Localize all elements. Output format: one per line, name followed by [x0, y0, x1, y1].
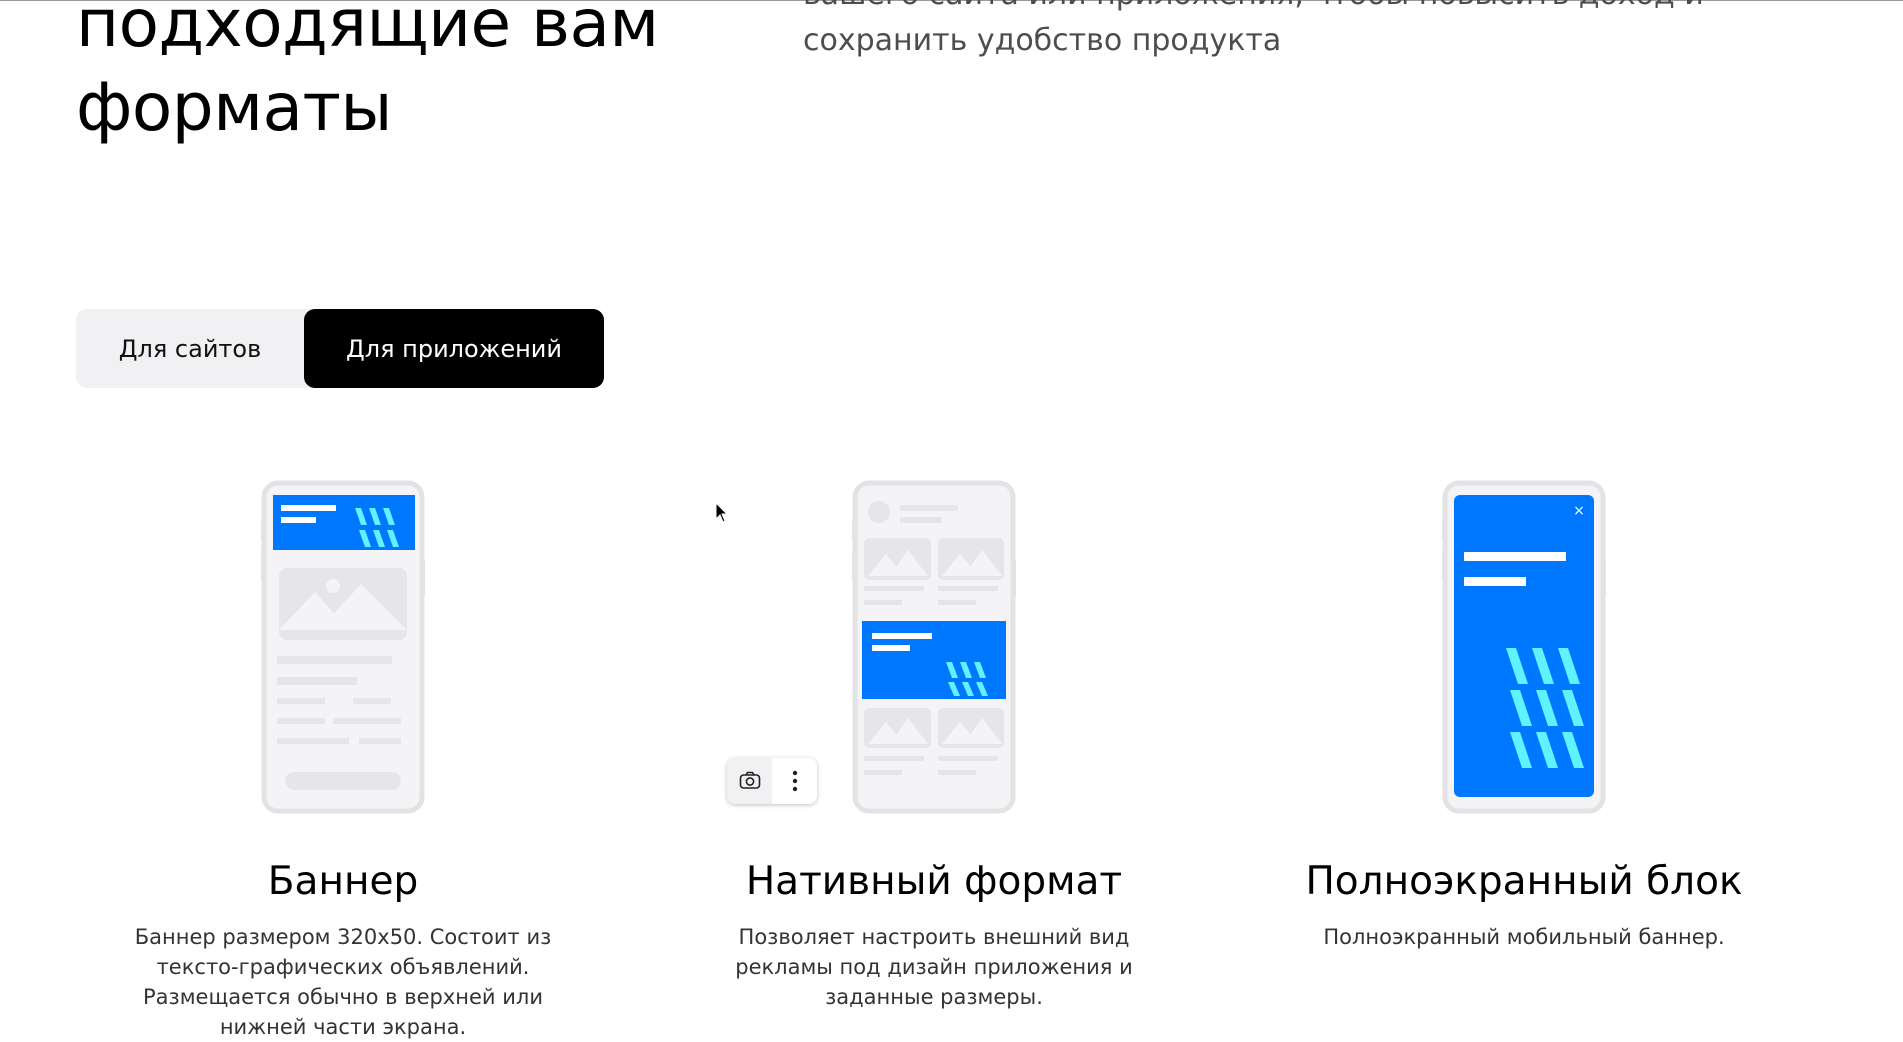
- format-description-native: Позволяет настроить внешний вид рекламы …: [735, 925, 1133, 1009]
- page-subtitle-line-1: вашего сайта или приложения, чтобы повыс…: [803, 0, 1803, 18]
- format-card-banner: Баннер Баннер размером 320x50. Состоит и…: [63, 480, 623, 1042]
- page-title-line-1: подходящие вам: [76, 0, 659, 62]
- format-description-fullscreen: Полноэкранный мобильный баннер.: [1323, 925, 1725, 949]
- page-subtitle-line-2: сохранить удобство продукта: [803, 23, 1282, 58]
- phone-native-icon: [851, 480, 1019, 814]
- format-card-fullscreen: × Полноэкранный блок Полноэкранный мобил…: [1244, 480, 1804, 952]
- tab-apps[interactable]: Для приложений: [304, 309, 604, 388]
- platform-tabs: Для сайтов Для приложений: [76, 309, 604, 388]
- phone-fullscreen-icon: ×: [1441, 480, 1609, 814]
- page-title-line-2: форматы: [76, 69, 392, 146]
- phone-banner-icon: [260, 480, 428, 814]
- image-context-toolbar: [727, 758, 817, 804]
- mouse-cursor-icon: [715, 501, 729, 528]
- camera-icon[interactable]: [727, 758, 772, 804]
- more-vertical-icon[interactable]: [772, 758, 817, 804]
- format-description-banner: Баннер размером 320x50. Состоит из текст…: [134, 925, 552, 1039]
- format-title-banner: Баннер: [267, 859, 419, 904]
- tab-sites[interactable]: Для сайтов: [76, 309, 304, 388]
- page-subtitle: вашего сайта или приложения, чтобы повыс…: [803, 0, 1803, 64]
- fullscreen-close-icon: ×: [1573, 503, 1585, 519]
- format-title-native: Нативный формат: [745, 859, 1123, 904]
- page-title: подходящие вам форматы: [76, 0, 659, 150]
- format-card-native: Нативный формат Позволяет настроить внеш…: [654, 480, 1214, 1012]
- format-title-fullscreen: Полноэкранный блок: [1305, 859, 1743, 904]
